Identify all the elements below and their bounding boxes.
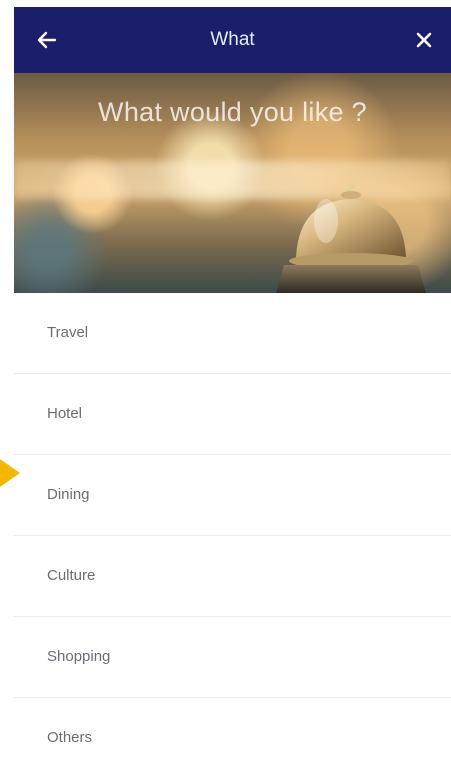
list-item-hotel[interactable]: Hotel <box>14 374 451 455</box>
top-bar: What <box>14 7 451 73</box>
list-item-shopping[interactable]: Shopping <box>14 617 451 698</box>
close-button[interactable] <box>409 25 439 55</box>
close-icon <box>416 32 432 48</box>
list-item-culture[interactable]: Culture <box>14 536 451 617</box>
category-list: Travel Hotel Dining Culture Shopping Oth… <box>14 293 451 769</box>
list-item-label: Shopping <box>47 648 111 665</box>
page-title: What <box>210 29 255 50</box>
hero-image: What would you like ? <box>14 73 451 293</box>
service-bell-image <box>276 183 426 293</box>
hero-headline: What would you like ? <box>98 97 367 127</box>
list-item-label: Hotel <box>47 405 83 422</box>
list-item-label: Others <box>47 729 93 746</box>
arrow-pointer-icon <box>0 459 20 487</box>
list-item-travel[interactable]: Travel <box>14 293 451 374</box>
list-item-dining[interactable]: Dining <box>14 455 451 536</box>
list-item-label: Culture <box>47 567 96 584</box>
list-item-label: Dining <box>47 486 90 503</box>
list-item-label: Travel <box>47 324 89 341</box>
list-item-others[interactable]: Others <box>14 698 451 769</box>
screen: What What would you like ? Travel Hotel … <box>0 0 451 769</box>
